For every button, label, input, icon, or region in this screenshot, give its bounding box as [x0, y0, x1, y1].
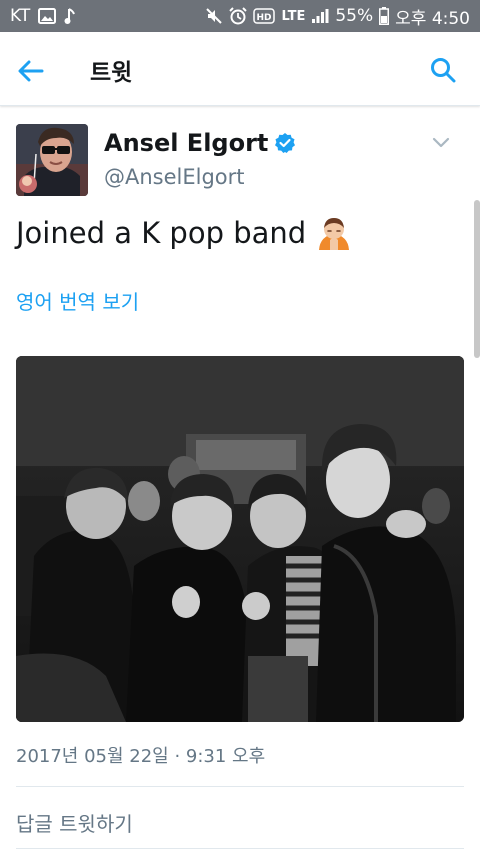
scrollbar-thumb[interactable]	[474, 200, 480, 358]
carrier-label: KT	[10, 6, 31, 26]
display-name-text: Ansel Elgort	[104, 129, 269, 157]
group-photo-image	[16, 356, 464, 722]
tweet-timestamp: 2017년 05월 22일 · 9:31 오후	[16, 746, 266, 767]
avatar[interactable]	[16, 124, 88, 196]
back-arrow-icon	[18, 60, 44, 82]
user-handle[interactable]: @AnselElgort	[104, 165, 245, 189]
signal-icon	[311, 8, 329, 24]
reply-tweet-button[interactable]: 답글 트윗하기	[16, 808, 133, 837]
verified-badge-icon	[275, 133, 296, 153]
svg-text:HD: HD	[257, 13, 272, 23]
translate-link[interactable]: 영어 번역 보기	[16, 286, 139, 315]
search-icon	[431, 58, 456, 83]
clock-label: 오후 4:50	[395, 8, 470, 29]
status-bar: KT HD LTE 55% 오후 4:50	[0, 0, 480, 32]
search-button[interactable]	[426, 53, 460, 87]
gallery-icon	[38, 8, 57, 24]
divider	[16, 786, 464, 787]
mute-icon	[205, 7, 223, 25]
music-note-icon	[64, 7, 76, 25]
app-header: 트윗	[0, 32, 480, 106]
battery-label: 55%	[335, 6, 374, 26]
network-label: LTE	[281, 8, 306, 24]
display-name[interactable]: Ansel Elgort	[104, 129, 296, 157]
page-title: 트윗	[90, 60, 133, 86]
tweet-options-button[interactable]	[428, 130, 454, 156]
battery-icon	[379, 7, 390, 25]
status-right: HD LTE 55% 오후 4:50	[205, 4, 470, 29]
tweet-text: Joined a K pop band	[16, 216, 352, 250]
divider	[16, 848, 464, 849]
avatar-image	[16, 124, 88, 196]
back-button[interactable]	[14, 54, 48, 88]
tweet-photo[interactable]	[16, 356, 464, 722]
chevron-down-icon	[432, 137, 450, 148]
status-left: KT	[10, 6, 76, 26]
tweet-text-content: Joined a K pop band	[16, 216, 307, 250]
alarm-icon	[229, 7, 248, 25]
hd-icon: HD	[253, 8, 276, 24]
person-bowing-icon	[319, 218, 350, 250]
